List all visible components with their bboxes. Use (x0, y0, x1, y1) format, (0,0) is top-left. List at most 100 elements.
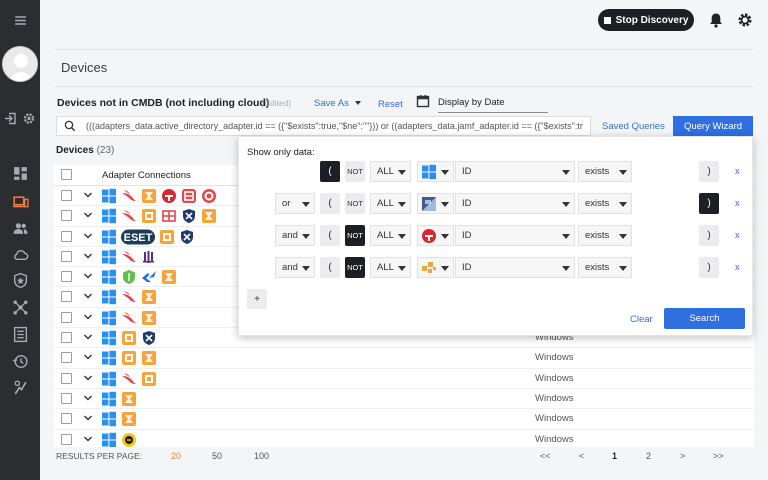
chevron-down-icon[interactable] (83, 312, 93, 322)
saved-queries-button[interactable]: Saved Queries (602, 121, 665, 132)
remove-expression-button[interactable]: x (735, 262, 740, 273)
row-checkbox[interactable] (61, 230, 72, 242)
open-paren-toggle[interactable]: ( (320, 225, 340, 246)
cloud-icon[interactable] (10, 244, 30, 264)
calendar-icon[interactable] (416, 94, 430, 108)
last-page-button[interactable]: >> (713, 451, 724, 461)
adapter-select[interactable] (417, 193, 454, 214)
per-page-option-100[interactable]: 100 (254, 451, 269, 461)
chevron-down-icon[interactable] (83, 271, 93, 281)
table-row[interactable]: Windows (54, 369, 754, 389)
enforcement-icon[interactable] (10, 377, 30, 397)
settings-gear-icon[interactable] (736, 11, 754, 29)
logic-operator-select[interactable]: and (275, 257, 315, 278)
stop-discovery-button[interactable]: Stop Discovery (598, 9, 694, 31)
operator-select[interactable]: exists (578, 225, 632, 246)
adapter-select[interactable] (417, 257, 454, 278)
save-as-button[interactable]: Save As (314, 98, 361, 109)
devices-icon[interactable] (10, 192, 30, 212)
page-1-button[interactable]: 1 (612, 451, 617, 461)
chevron-down-icon[interactable] (83, 373, 93, 383)
remove-expression-button[interactable]: x (735, 230, 740, 241)
chevron-down-icon[interactable] (83, 291, 93, 301)
table-row[interactable]: Windows (54, 389, 754, 410)
open-paren-toggle[interactable]: ( (320, 257, 340, 278)
field-select[interactable]: ID (455, 257, 575, 278)
row-checkbox[interactable] (61, 311, 72, 323)
chevron-down-icon[interactable] (83, 251, 93, 261)
column-adapter-connections[interactable]: Adapter Connections (102, 170, 191, 181)
operator-select[interactable]: exists (578, 257, 632, 278)
bell-icon[interactable] (707, 11, 725, 29)
all-select[interactable]: ALL (370, 257, 411, 278)
row-checkbox[interactable] (61, 433, 72, 445)
all-select[interactable]: ALL (370, 225, 411, 246)
shield-icon[interactable] (10, 270, 30, 290)
table-row[interactable]: Windows (54, 348, 754, 369)
field-select[interactable]: ID (455, 161, 575, 182)
chevron-down-icon[interactable] (83, 413, 93, 423)
operator-select[interactable]: exists (578, 193, 632, 214)
open-paren-toggle[interactable]: ( (320, 161, 340, 182)
close-paren-toggle[interactable]: ) (699, 257, 719, 278)
row-checkbox[interactable] (61, 372, 72, 384)
row-checkbox[interactable] (61, 352, 72, 364)
chevron-down-icon[interactable] (83, 231, 93, 241)
all-select[interactable]: ALL (370, 193, 411, 214)
page-2-button[interactable]: 2 (646, 451, 651, 461)
field-select[interactable]: ID (455, 225, 575, 246)
operator-select[interactable]: exists (578, 161, 632, 182)
chevron-down-icon[interactable] (83, 332, 93, 342)
logout-icon[interactable] (3, 108, 19, 128)
row-checkbox[interactable] (61, 413, 72, 425)
chevron-down-icon[interactable] (83, 352, 93, 362)
per-page-option-20[interactable]: 20 (171, 451, 181, 461)
adapters-icon[interactable] (10, 297, 30, 317)
row-checkbox[interactable] (61, 250, 72, 262)
query-wizard-button[interactable]: Query Wizard (673, 116, 753, 136)
query-search-input[interactable]: (((adapters_data.active_directory_adapte… (56, 116, 591, 136)
table-row[interactable]: Windows (54, 409, 754, 430)
history-icon[interactable] (10, 351, 30, 371)
close-paren-toggle[interactable]: ) (699, 225, 719, 246)
menu-icon[interactable] (10, 10, 30, 30)
reset-button[interactable]: Reset (378, 99, 403, 110)
avatar[interactable] (2, 46, 38, 82)
open-paren-toggle[interactable]: ( (320, 193, 340, 214)
chevron-down-icon[interactable] (83, 393, 93, 403)
logic-operator-select[interactable]: or (275, 193, 315, 214)
users-icon[interactable] (10, 218, 30, 238)
row-checkbox[interactable] (61, 190, 72, 201)
row-checkbox[interactable] (61, 271, 72, 283)
chevron-down-icon[interactable] (83, 434, 93, 444)
prev-page-button[interactable]: < (579, 451, 584, 461)
close-paren-toggle[interactable]: ) (699, 161, 719, 182)
row-checkbox[interactable] (61, 392, 72, 404)
logic-operator-select[interactable]: and (275, 225, 315, 246)
clear-button[interactable]: Clear (630, 314, 653, 325)
chevron-down-icon[interactable] (83, 210, 93, 220)
adapter-select[interactable] (417, 225, 454, 246)
row-checkbox[interactable] (61, 332, 72, 344)
row-checkbox[interactable] (61, 291, 72, 303)
remove-expression-button[interactable]: x (735, 198, 740, 209)
next-page-button[interactable]: > (680, 451, 685, 461)
display-by-date-field[interactable]: Display by Date (438, 94, 548, 113)
not-toggle[interactable]: NOT (345, 193, 365, 214)
first-page-button[interactable]: << (540, 451, 551, 461)
not-toggle[interactable]: NOT (345, 161, 365, 182)
search-button[interactable]: Search (664, 308, 745, 329)
per-page-option-50[interactable]: 50 (212, 451, 222, 461)
add-expression-button[interactable]: + (247, 289, 267, 309)
remove-expression-button[interactable]: x (735, 166, 740, 177)
adapter-select[interactable] (417, 161, 454, 182)
dashboard-icon[interactable] (10, 163, 30, 183)
gear-icon[interactable] (21, 108, 37, 128)
chevron-down-icon[interactable] (83, 190, 93, 200)
not-toggle[interactable]: NOT (345, 225, 365, 246)
field-select[interactable]: ID (455, 193, 575, 214)
report-icon[interactable] (10, 324, 30, 344)
select-all-checkbox[interactable] (61, 169, 72, 180)
all-select[interactable]: ALL (370, 161, 411, 182)
close-paren-toggle[interactable]: ) (699, 193, 719, 214)
